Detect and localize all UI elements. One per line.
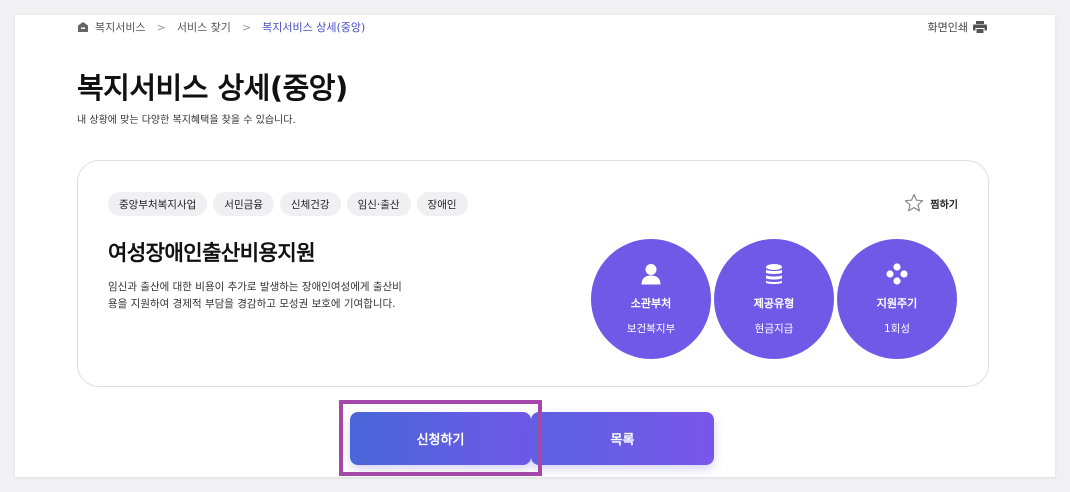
info-label: 제공유형 bbox=[753, 296, 795, 310]
top-bar: 복지서비스 > 서비스 찾기 > 복지서비스 상세(중앙) 화면인쇄 bbox=[15, 15, 1055, 39]
printer-icon bbox=[973, 20, 987, 34]
tag-item[interactable]: 서민금융 bbox=[213, 192, 274, 216]
service-description: 임신과 출산에 대한 비용이 추가로 발생하는 장애인여성에게 출산비용을 지원… bbox=[108, 281, 402, 310]
info-label: 지원주기 bbox=[876, 296, 918, 310]
breadcrumb: 복지서비스 > 서비스 찾기 > 복지서비스 상세(중앙) bbox=[77, 19, 365, 35]
print-button[interactable]: 화면인쇄 bbox=[928, 19, 987, 35]
service-name: 여성장애인출산비용지원 bbox=[108, 241, 316, 265]
info-ministry: 소관부처 보건복지부 bbox=[591, 239, 711, 359]
info-support-cycle: 지원주기 1회성 bbox=[837, 239, 957, 359]
breadcrumb-item-find[interactable]: 서비스 찾기 bbox=[177, 19, 231, 35]
info-value: 현금지급 bbox=[754, 322, 794, 335]
info-value: 보건복지부 bbox=[626, 322, 676, 335]
service-info-circles: 소관부처 보건복지부 제공유형 현금지급 지원주기 1회성 bbox=[591, 239, 960, 359]
person-icon bbox=[640, 263, 662, 285]
print-label: 화면인쇄 bbox=[927, 21, 968, 34]
tag-item[interactable]: 장애인 bbox=[416, 192, 468, 216]
bookmark-button[interactable]: 찜하기 bbox=[904, 193, 958, 213]
apply-button[interactable]: 신청하기 bbox=[350, 412, 531, 465]
tag-item[interactable]: 신체건강 bbox=[279, 192, 341, 216]
tag-item[interactable]: 임신·출산 bbox=[346, 192, 411, 216]
home-icon[interactable] bbox=[77, 21, 89, 33]
breadcrumb-item-welfare[interactable]: 복지서비스 bbox=[95, 19, 146, 35]
tag-item[interactable]: 중앙부처복지사업 bbox=[108, 192, 208, 216]
breadcrumb-item-current: 복지서비스 상세(중앙) bbox=[262, 21, 366, 34]
info-value: 1회성 bbox=[883, 322, 910, 335]
page-description: 내 상황에 맞는 다양한 복지혜택을 찾을 수 있습니다. bbox=[77, 115, 296, 126]
breadcrumb-separator: > bbox=[241, 20, 252, 34]
info-label: 소관부처 bbox=[630, 296, 672, 310]
tag-list: 중앙부처복지사업 서민금융 신체건강 임신·출산 장애인 bbox=[108, 192, 474, 216]
page-title: 복지서비스 상세(중앙) bbox=[77, 71, 348, 105]
info-provide-type: 제공유형 현금지급 bbox=[714, 239, 834, 359]
page-container: 복지서비스 > 서비스 찾기 > 복지서비스 상세(중앙) 화면인쇄 복지서비스… bbox=[15, 15, 1055, 477]
list-button[interactable]: 목록 bbox=[531, 412, 714, 465]
service-card: 중앙부처복지사업 서민금융 신체건강 임신·출산 장애인 찜하기 여성장애인출산… bbox=[77, 160, 989, 387]
breadcrumb-separator: > bbox=[156, 20, 166, 34]
coins-icon bbox=[763, 263, 785, 285]
star-icon bbox=[904, 193, 924, 213]
dots-icon bbox=[886, 262, 908, 285]
bookmark-label: 찜하기 bbox=[930, 199, 958, 211]
